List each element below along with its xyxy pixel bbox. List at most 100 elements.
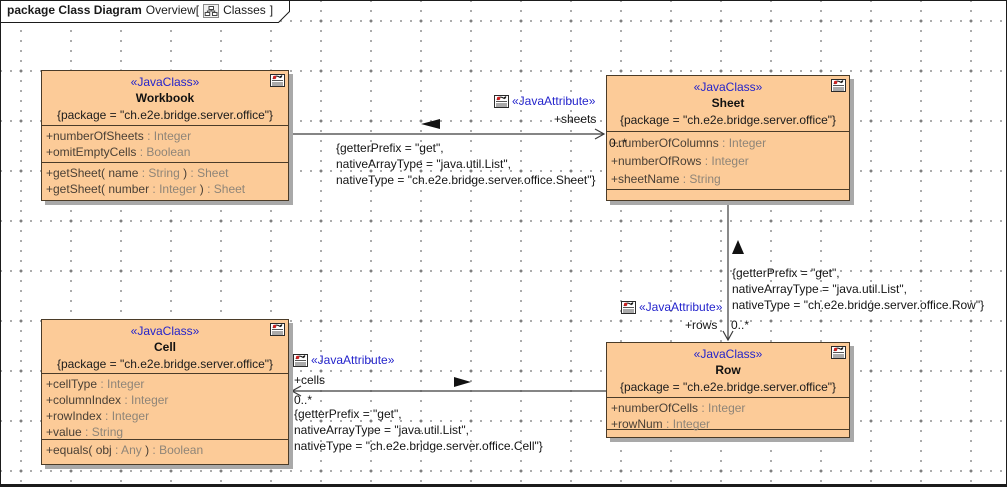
association-role-cells[interactable]: +cells [294,373,325,387]
operation-row[interactable]: +getSheet( name : String ) : Sheet [42,165,288,181]
java-class-icon [270,323,285,336]
java-attribute-icon [621,301,636,314]
association-constraint-note[interactable]: {getterPrefix = "get", nativeArrayType =… [294,406,543,454]
class-box-row[interactable]: «JavaClass» Row {package = "ch.e2e.bridg… [606,342,850,438]
class-name: Sheet [607,95,849,112]
association-multiplicity[interactable]: 0..* [609,136,627,150]
diagram-canvas[interactable]: package Class Diagram Overview[ Classes … [0,0,1007,487]
member-text: : Sheet [204,182,245,196]
member-text: : String [679,172,720,186]
class-stereotype: «JavaClass» [607,346,849,362]
direction-triangle-icon [421,119,440,129]
attribute-row[interactable]: +numberOfRows : Integer [607,152,849,170]
member-text: : Integer [663,417,710,431]
association-stereotype-cells[interactable]: «JavaAttribute» [293,353,394,367]
class-package-note: {package = "ch.e2e.bridge.server.office"… [42,107,288,124]
stereotype-label: «JavaAttribute» [639,300,722,314]
class-box-sheet[interactable]: «JavaClass» Sheet {package = "ch.e2e.bri… [606,75,850,201]
class-package-note: {package = "ch.e2e.bridge.server.office"… [607,379,849,396]
class-package-note: {package = "ch.e2e.bridge.server.office"… [42,356,288,373]
java-attribute-icon [293,354,308,367]
attributes-compartment: +cellType : Integer+columnIndex : Intege… [42,374,288,440]
member-text: +cellType [46,377,97,391]
operations-compartment [607,190,849,192]
association-stereotype-rows[interactable]: «JavaAttribute» [621,300,722,314]
attributes-compartment: +numberOfSheets : Integer+omitEmptyCells… [42,126,288,163]
attribute-row[interactable]: +columnIndex : Integer [42,392,288,408]
constraint-line: nativeArrayType = "java.util.List", [294,422,543,438]
java-class-icon [270,74,285,87]
class-package-note: {package = "ch.e2e.bridge.server.office"… [607,112,849,129]
class-header: «JavaClass» Sheet {package = "ch.e2e.bri… [607,76,849,132]
member-text: : String [138,166,183,180]
member-text: : Integer [149,182,200,196]
attribute-row[interactable]: +value : String [42,424,288,440]
member-text: +sheetName [611,172,679,186]
constraint-line: nativeArrayType = "java.util.List", [336,156,595,172]
member-text: : Integer [102,409,149,423]
constraint-line: nativeType = "ch.e2e.bridge.server.offic… [732,297,984,313]
member-text: : Boolean [136,145,190,159]
constraint-line: nativeType = "ch.e2e.bridge.server.offic… [336,172,595,188]
member-text: +rowIndex [46,409,102,423]
member-text: : Integer [719,136,766,150]
operation-row[interactable]: +getSheet( number : Integer ) : Sheet [42,181,288,197]
operation-row[interactable]: +equals( obj : Any ) : Boolean [42,442,288,458]
diagram-name-label: Classes [223,3,266,17]
member-text: : Integer [144,129,191,143]
diagram-bracket-close: ] [270,3,273,17]
class-stereotype: «JavaClass» [42,323,288,339]
class-stereotype: «JavaClass» [607,79,849,95]
attributes-compartment: +numberOfCells : Integer+rowNum : Intege… [607,398,849,430]
class-name: Row [607,362,849,379]
java-attribute-icon [494,95,509,108]
association-multiplicity[interactable]: 0..* [294,393,312,407]
constraint-line: {getterPrefix = "get", [294,406,543,422]
attribute-row[interactable]: +cellType : Integer [42,376,288,392]
attributes-compartment: +numberOfColumns : Integer+numberOfRows … [607,132,849,190]
stereotype-label: «JavaAttribute» [311,353,394,367]
attribute-row[interactable]: +sheetName : String [607,170,849,188]
attribute-row[interactable]: +omitEmptyCells : Boolean [42,144,288,160]
member-text: +numberOfColumns [611,136,719,150]
attribute-row[interactable]: +numberOfColumns : Integer [607,134,849,152]
association-role-sheets[interactable]: +sheets [554,112,596,126]
class-header: «JavaClass» Workbook {package = "ch.e2e.… [42,71,288,126]
member-text: : Sheet [187,166,228,180]
attribute-row[interactable]: +numberOfCells : Integer [607,400,849,416]
diagram-title-tab[interactable]: package Class Diagram Overview[ Classes … [0,0,292,24]
member-text: : Integer [121,393,168,407]
class-name: Cell [42,339,288,356]
member-text: +columnIndex [46,393,121,407]
member-text: : Integer [701,154,748,168]
java-class-icon [831,79,846,92]
member-text: +rowNum [611,417,663,431]
diagram-context-label: Overview[ [146,3,199,17]
constraint-line: nativeType = "ch.e2e.bridge.server.offic… [294,438,543,454]
attribute-row[interactable]: +numberOfSheets : Integer [42,128,288,144]
class-box-cell[interactable]: «JavaClass» Cell {package = "ch.e2e.brid… [41,319,289,465]
class-name: Workbook [42,90,288,107]
class-diagram-icon [203,4,219,18]
class-header: «JavaClass» Row {package = "ch.e2e.bridg… [607,343,849,398]
class-header: «JavaClass» Cell {package = "ch.e2e.brid… [42,320,288,374]
member-text: +numberOfRows [611,154,701,168]
class-box-workbook[interactable]: «JavaClass» Workbook {package = "ch.e2e.… [41,70,289,201]
member-text: : Any [112,443,145,457]
member-text: +getSheet( name [46,166,138,180]
constraint-line: {getterPrefix = "get", [336,140,595,156]
attribute-row[interactable]: +rowIndex : Integer [42,408,288,424]
association-constraint-note[interactable]: {getterPrefix = "get", nativeArrayType =… [336,140,595,188]
member-text: +value [46,425,82,439]
class-stereotype: «JavaClass» [42,74,288,90]
association-stereotype-sheets[interactable]: «JavaAttribute» [494,94,595,108]
direction-triangle-icon [732,240,744,254]
operations-compartment: +getSheet( name : String ) : Sheet+getSh… [42,163,288,197]
association-role-rows[interactable]: +rows [685,318,717,332]
stereotype-label: «JavaAttribute» [512,94,595,108]
member-text: : Integer [97,377,144,391]
association-constraint-note[interactable]: {getterPrefix = "get", nativeArrayType =… [732,265,984,313]
member-text: : Integer [698,401,745,415]
association-multiplicity[interactable]: 0..* [731,318,749,332]
member-text: +equals( obj [46,443,112,457]
